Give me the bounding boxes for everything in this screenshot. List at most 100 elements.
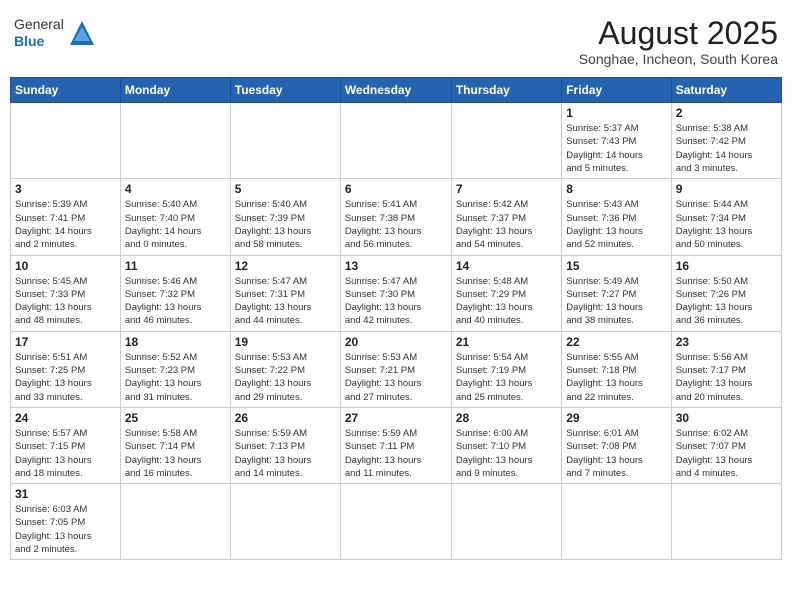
day-header-tuesday: Tuesday [230, 78, 340, 103]
day-info: Sunrise: 5:40 AM Sunset: 7:39 PM Dayligh… [235, 198, 336, 251]
day-info: Sunrise: 5:47 AM Sunset: 7:31 PM Dayligh… [235, 275, 336, 328]
day-info: Sunrise: 6:02 AM Sunset: 7:07 PM Dayligh… [676, 427, 777, 480]
day-number: 16 [676, 259, 777, 273]
calendar-cell: 28 Sunrise: 6:00 AM Sunset: 7:10 PM Dayli… [451, 407, 561, 483]
calendar-cell [230, 484, 340, 560]
day-number: 24 [15, 411, 116, 425]
calendar-header-row: SundayMondayTuesdayWednesdayThursdayFrid… [11, 78, 782, 103]
day-number: 9 [676, 182, 777, 196]
calendar-cell [120, 484, 230, 560]
day-info: Sunrise: 5:48 AM Sunset: 7:29 PM Dayligh… [456, 275, 557, 328]
calendar-table: SundayMondayTuesdayWednesdayThursdayFrid… [10, 77, 782, 560]
calendar-cell [230, 103, 340, 179]
day-info: Sunrise: 5:38 AM Sunset: 7:42 PM Dayligh… [676, 122, 777, 175]
day-info: Sunrise: 5:58 AM Sunset: 7:14 PM Dayligh… [125, 427, 226, 480]
day-number: 15 [566, 259, 666, 273]
calendar-cell [340, 103, 451, 179]
calendar-week-row: 10 Sunrise: 5:45 AM Sunset: 7:33 PM Dayli… [11, 255, 782, 331]
day-info: Sunrise: 5:53 AM Sunset: 7:21 PM Dayligh… [345, 351, 447, 404]
day-number: 10 [15, 259, 116, 273]
calendar-cell [671, 484, 781, 560]
calendar-cell [120, 103, 230, 179]
day-info: Sunrise: 5:50 AM Sunset: 7:26 PM Dayligh… [676, 275, 777, 328]
calendar-cell: 23 Sunrise: 5:56 AM Sunset: 7:17 PM Dayli… [671, 331, 781, 407]
calendar-cell: 31Sunrise: 6:03 AM Sunset: 7:05 PM Dayli… [11, 484, 121, 560]
calendar-cell: 20 Sunrise: 5:53 AM Sunset: 7:21 PM Dayli… [340, 331, 451, 407]
day-number: 6 [345, 182, 447, 196]
calendar-cell: 5 Sunrise: 5:40 AM Sunset: 7:39 PM Daylig… [230, 179, 340, 255]
calendar-cell: 1 Sunrise: 5:37 AM Sunset: 7:43 PM Daylig… [562, 103, 671, 179]
calendar-cell: 8 Sunrise: 5:43 AM Sunset: 7:36 PM Daylig… [562, 179, 671, 255]
calendar-cell: 25 Sunrise: 5:58 AM Sunset: 7:14 PM Dayli… [120, 407, 230, 483]
logo-icon [68, 19, 96, 47]
day-number: 4 [125, 182, 226, 196]
day-number: 29 [566, 411, 666, 425]
day-header-sunday: Sunday [11, 78, 121, 103]
day-info: Sunrise: 5:57 AM Sunset: 7:15 PM Dayligh… [15, 427, 116, 480]
day-info: Sunrise: 5:41 AM Sunset: 7:38 PM Dayligh… [345, 198, 447, 251]
calendar-cell [451, 103, 561, 179]
day-number: 19 [235, 335, 336, 349]
day-number: 27 [345, 411, 447, 425]
day-info: Sunrise: 6:03 AM Sunset: 7:05 PM Dayligh… [15, 503, 116, 556]
day-number: 5 [235, 182, 336, 196]
day-number: 28 [456, 411, 557, 425]
calendar-cell: 12 Sunrise: 5:47 AM Sunset: 7:31 PM Dayli… [230, 255, 340, 331]
day-info: Sunrise: 6:01 AM Sunset: 7:08 PM Dayligh… [566, 427, 666, 480]
day-number: 17 [15, 335, 116, 349]
calendar-cell: 4Sunrise: 5:40 AM Sunset: 7:40 PM Daylig… [120, 179, 230, 255]
day-number: 8 [566, 182, 666, 196]
day-info: Sunrise: 5:59 AM Sunset: 7:13 PM Dayligh… [235, 427, 336, 480]
day-number: 20 [345, 335, 447, 349]
day-info: Sunrise: 5:53 AM Sunset: 7:22 PM Dayligh… [235, 351, 336, 404]
day-number: 11 [125, 259, 226, 273]
day-number: 30 [676, 411, 777, 425]
day-number: 23 [676, 335, 777, 349]
day-info: Sunrise: 5:49 AM Sunset: 7:27 PM Dayligh… [566, 275, 666, 328]
calendar-title: August 2025 [579, 16, 778, 51]
calendar-cell: 29 Sunrise: 6:01 AM Sunset: 7:08 PM Dayli… [562, 407, 671, 483]
day-number: 22 [566, 335, 666, 349]
day-info: Sunrise: 5:55 AM Sunset: 7:18 PM Dayligh… [566, 351, 666, 404]
calendar-cell: 18Sunrise: 5:52 AM Sunset: 7:23 PM Dayli… [120, 331, 230, 407]
logo-blue: Blue [14, 33, 64, 50]
calendar-cell: 15 Sunrise: 5:49 AM Sunset: 7:27 PM Dayli… [562, 255, 671, 331]
day-info: Sunrise: 5:59 AM Sunset: 7:11 PM Dayligh… [345, 427, 447, 480]
day-info: Sunrise: 5:56 AM Sunset: 7:17 PM Dayligh… [676, 351, 777, 404]
calendar-subtitle: Songhae, Incheon, South Korea [579, 51, 778, 67]
day-info: Sunrise: 5:44 AM Sunset: 7:34 PM Dayligh… [676, 198, 777, 251]
day-info: Sunrise: 5:37 AM Sunset: 7:43 PM Dayligh… [566, 122, 666, 175]
day-header-saturday: Saturday [671, 78, 781, 103]
day-info: Sunrise: 6:00 AM Sunset: 7:10 PM Dayligh… [456, 427, 557, 480]
calendar-cell: 19 Sunrise: 5:53 AM Sunset: 7:22 PM Dayli… [230, 331, 340, 407]
day-header-monday: Monday [120, 78, 230, 103]
calendar-cell [562, 484, 671, 560]
logo-text: General Blue [14, 16, 64, 50]
day-number: 14 [456, 259, 557, 273]
calendar-cell: 3 Sunrise: 5:39 AM Sunset: 7:41 PM Daylig… [11, 179, 121, 255]
calendar-cell: 7Sunrise: 5:42 AM Sunset: 7:37 PM Daylig… [451, 179, 561, 255]
calendar-cell: 27 Sunrise: 5:59 AM Sunset: 7:11 PM Dayli… [340, 407, 451, 483]
logo: General Blue [14, 16, 96, 50]
calendar-cell: 17Sunrise: 5:51 AM Sunset: 7:25 PM Dayli… [11, 331, 121, 407]
calendar-cell: 10 Sunrise: 5:45 AM Sunset: 7:33 PM Dayli… [11, 255, 121, 331]
day-info: Sunrise: 5:52 AM Sunset: 7:23 PM Dayligh… [125, 351, 226, 404]
day-info: Sunrise: 5:39 AM Sunset: 7:41 PM Dayligh… [15, 198, 116, 251]
day-info: Sunrise: 5:43 AM Sunset: 7:36 PM Dayligh… [566, 198, 666, 251]
day-number: 3 [15, 182, 116, 196]
day-number: 2 [676, 106, 777, 120]
calendar-cell: 9 Sunrise: 5:44 AM Sunset: 7:34 PM Daylig… [671, 179, 781, 255]
calendar-cell: 22 Sunrise: 5:55 AM Sunset: 7:18 PM Dayli… [562, 331, 671, 407]
calendar-cell: 24 Sunrise: 5:57 AM Sunset: 7:15 PM Dayli… [11, 407, 121, 483]
day-number: 25 [125, 411, 226, 425]
day-number: 12 [235, 259, 336, 273]
day-info: Sunrise: 5:42 AM Sunset: 7:37 PM Dayligh… [456, 198, 557, 251]
calendar-cell [451, 484, 561, 560]
logo-general: General [14, 16, 64, 33]
day-info: Sunrise: 5:45 AM Sunset: 7:33 PM Dayligh… [15, 275, 116, 328]
title-section: August 2025 Songhae, Incheon, South Kore… [579, 16, 778, 67]
day-number: 1 [566, 106, 666, 120]
calendar-cell: 21Sunrise: 5:54 AM Sunset: 7:19 PM Dayli… [451, 331, 561, 407]
page-header: General Blue August 2025 Songhae, Incheo… [10, 10, 782, 71]
calendar-cell [340, 484, 451, 560]
